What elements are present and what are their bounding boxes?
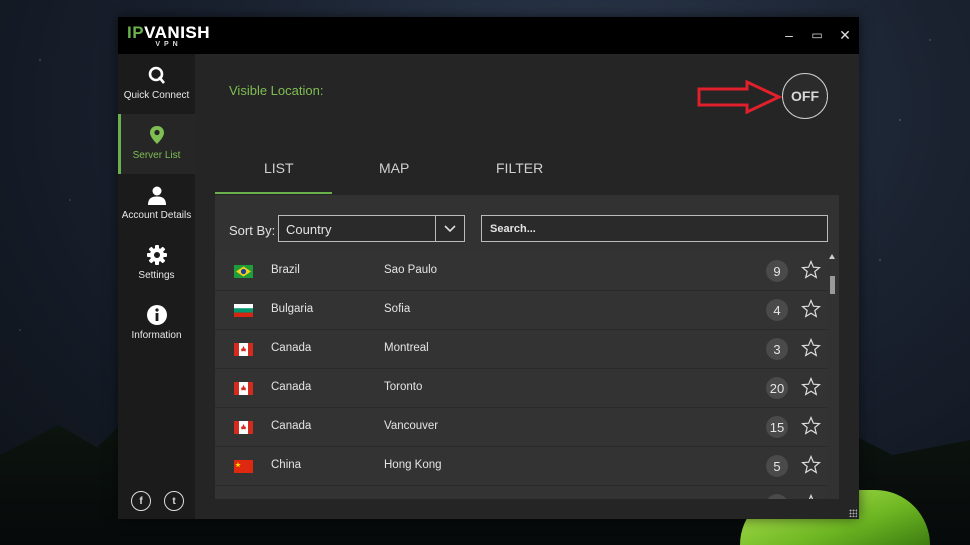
maximize-button[interactable]: ▭ — [807, 25, 827, 45]
search-input[interactable] — [481, 215, 828, 242]
server-count-badge: 9 — [766, 260, 788, 282]
favorite-star-icon[interactable] — [801, 455, 821, 475]
app-logo: IPVANISH VPN — [127, 24, 210, 48]
server-country: Canada — [271, 420, 312, 432]
logo-vpn: VPN — [155, 41, 182, 48]
annotation-arrow-icon — [697, 80, 783, 114]
list-item[interactable]: Canada Vancouver 15 — [215, 408, 827, 447]
list-item[interactable]: Canada Montreal 3 — [215, 330, 827, 369]
canada-flag-icon — [234, 382, 253, 395]
server-country: Canada — [271, 342, 312, 354]
list-item[interactable]: Canada Toronto 20 — [215, 369, 827, 408]
china-flag-icon — [234, 460, 253, 473]
server-list-panel: Sort By: Country Brazil Sao Paulo 9 — [215, 195, 839, 499]
server-country: Canada — [271, 381, 312, 393]
sidebar-item-label: Account Details — [121, 210, 192, 221]
sidebar-item-information[interactable]: Information — [118, 294, 195, 354]
sidebar-item-label: Settings — [138, 270, 175, 281]
twitter-icon[interactable]: t — [164, 491, 184, 511]
user-icon — [147, 186, 166, 205]
facebook-icon[interactable]: f — [131, 491, 151, 511]
list-scrollbar[interactable] — [828, 252, 837, 495]
canada-flag-icon — [234, 343, 253, 356]
favorite-star-icon[interactable] — [801, 494, 821, 499]
server-count-badge: 5 — [766, 455, 788, 477]
sort-select[interactable]: Country — [278, 215, 465, 242]
scrollbar-thumb[interactable] — [830, 276, 835, 294]
server-city: Toronto — [384, 381, 423, 393]
title-bar: IPVANISH VPN – ▭ ✕ — [118, 17, 859, 54]
info-icon — [146, 305, 167, 325]
gear-icon — [146, 245, 167, 265]
server-city: Sao Paulo — [384, 264, 438, 276]
tab-map[interactable]: MAP — [379, 160, 409, 176]
server-country: China — [271, 459, 302, 471]
minimize-button[interactable]: – — [779, 25, 799, 45]
sort-select-value: Country — [286, 222, 332, 237]
logo-vanish: VANISH — [144, 23, 211, 42]
sidebar: Quick Connect Server List Account Detail… — [118, 54, 195, 519]
server-list: Brazil Sao Paulo 9 Bulgaria Sofia 4 Cana… — [215, 252, 827, 499]
favorite-star-icon[interactable] — [801, 338, 821, 358]
connect-toggle-button[interactable]: OFF — [782, 73, 828, 119]
brazil-flag-icon — [234, 265, 253, 278]
sort-by-label: Sort By: — [229, 223, 276, 238]
sidebar-item-account-details[interactable]: Account Details — [118, 174, 195, 234]
visible-location-label: Visible Location: — [229, 83, 324, 98]
server-count-badge: 15 — [766, 416, 788, 438]
tab-list[interactable]: LIST — [264, 160, 294, 176]
sidebar-item-label: Quick Connect — [123, 90, 190, 101]
server-city: Sofia — [384, 303, 411, 315]
list-item[interactable] — [215, 486, 827, 499]
sidebar-item-server-list[interactable]: Server List — [118, 114, 195, 174]
favorite-star-icon[interactable] — [801, 377, 821, 397]
sidebar-item-label: Information — [131, 330, 182, 341]
map-pin-icon — [149, 126, 164, 144]
favorite-star-icon[interactable] — [801, 416, 821, 436]
server-city: Hong Kong — [384, 459, 442, 471]
favorite-star-icon[interactable] — [801, 260, 821, 280]
active-tab-indicator — [215, 192, 332, 194]
resize-grip-icon[interactable] — [849, 509, 857, 517]
app-window: IPVANISH VPN – ▭ ✕ Quick Connect Server … — [118, 17, 859, 519]
scroll-up-icon[interactable] — [829, 254, 835, 259]
server-city: Montreal — [384, 342, 429, 354]
server-country: Brazil — [271, 264, 300, 276]
chevron-down-icon[interactable] — [435, 216, 464, 241]
canada-flag-icon — [234, 421, 253, 434]
server-city: Vancouver — [384, 420, 439, 432]
sidebar-item-label: Server List — [132, 150, 181, 161]
tab-filter[interactable]: FILTER — [496, 160, 543, 176]
server-count-badge — [766, 494, 788, 499]
sidebar-item-quick-connect[interactable]: Quick Connect — [118, 54, 195, 114]
list-item[interactable]: Bulgaria Sofia 4 — [215, 291, 827, 330]
sidebar-item-settings[interactable]: Settings — [118, 234, 195, 294]
list-item[interactable]: China Hong Kong 5 — [215, 447, 827, 486]
server-count-badge: 4 — [766, 299, 788, 321]
close-button[interactable]: ✕ — [835, 25, 855, 45]
logo-ip: IP — [127, 23, 145, 42]
list-item[interactable]: Brazil Sao Paulo 9 — [215, 252, 827, 291]
server-count-badge: 3 — [766, 338, 788, 360]
server-country: Bulgaria — [271, 303, 314, 315]
quick-connect-icon — [148, 66, 165, 84]
favorite-star-icon[interactable] — [801, 299, 821, 319]
server-count-badge: 20 — [766, 377, 788, 399]
bulgaria-flag-icon — [234, 304, 253, 317]
